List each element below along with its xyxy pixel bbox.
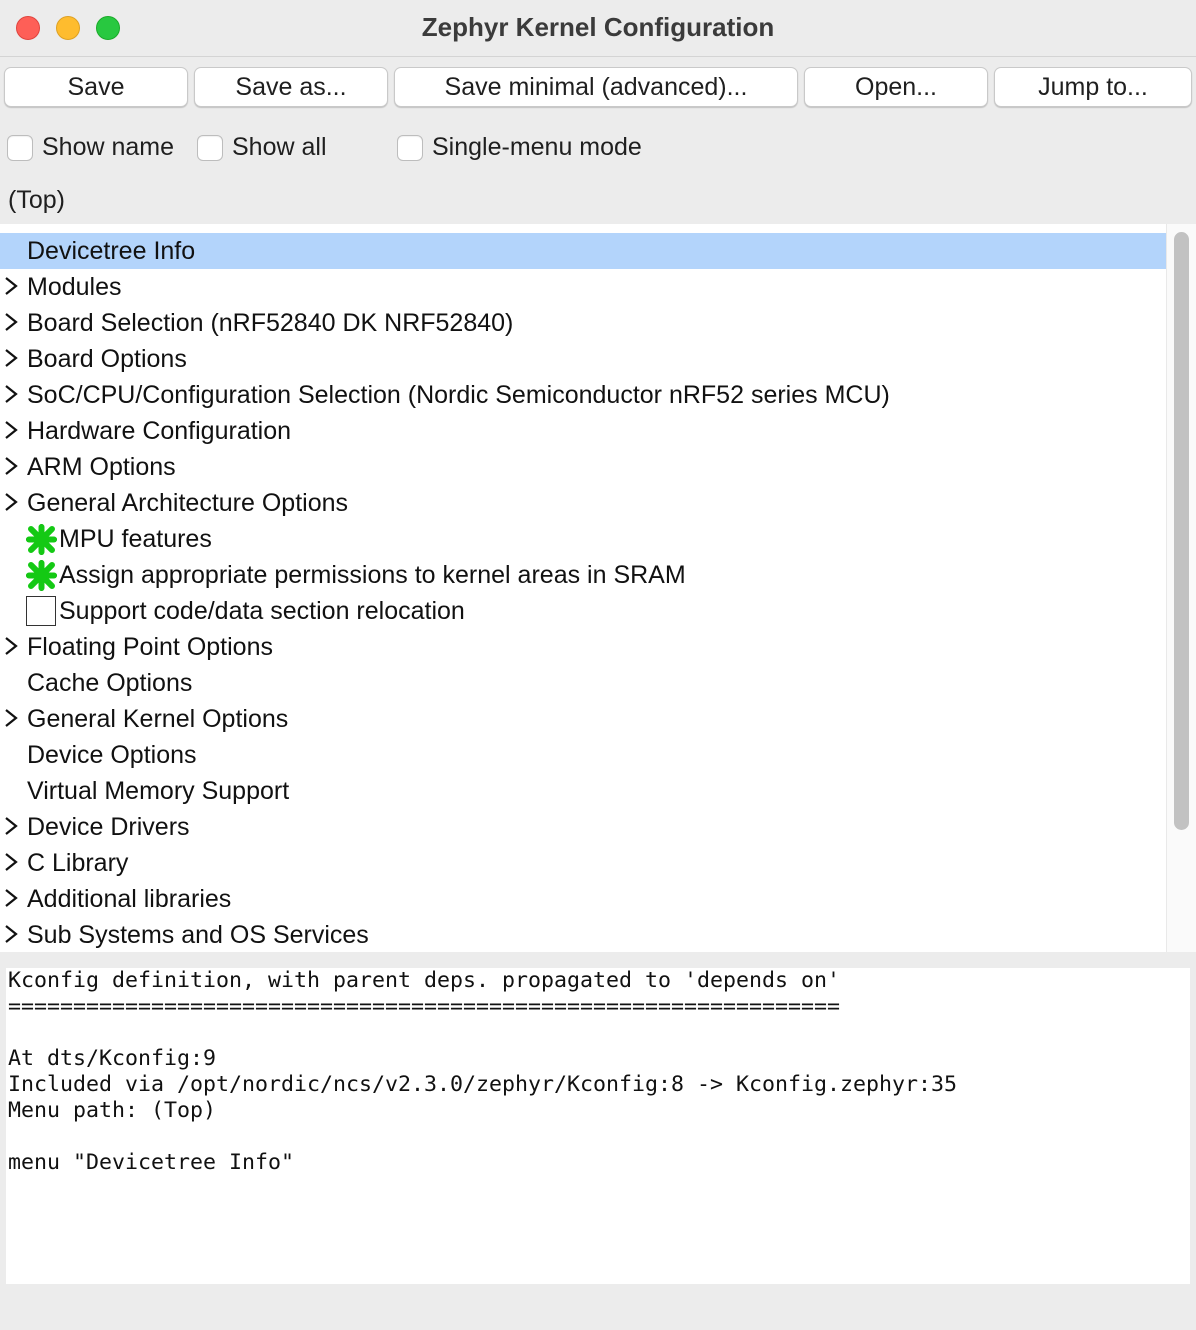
save-button[interactable]: Save [4,67,188,107]
info-line: Included via /opt/nordic/ncs/v2.3.0/zeph… [8,1072,958,1097]
chevron-right-icon[interactable] [3,636,19,656]
tree-item-label: SoC/CPU/Configuration Selection (Nordic … [27,381,890,409]
info-line [8,1020,1190,1046]
menu-tree[interactable]: Devicetree Info Modules Board Selection (n… [0,224,1196,952]
info-text: Kconfig definition, with parent deps. pr… [6,968,1190,1176]
view-options: Show name Show all Single-menu mode [0,130,1196,170]
chevron-right-icon[interactable] [3,852,19,872]
tree-item-general-kernel-options[interactable]: General Kernel Options [0,701,1166,737]
tree-item-mpu-features[interactable]: MPU features [0,521,1166,557]
chevron-right-icon[interactable] [3,384,19,404]
tree-item-board-selection-nrf52840-dk-nrf52840[interactable]: Board Selection (nRF52840 DK NRF52840) [0,305,1166,341]
tree-item-support-code-data-section-relocation[interactable]: Support code/data section relocation [0,593,1166,629]
tree-item-label: Device Options [27,741,197,769]
tree-item-arm-options[interactable]: ARM Options [0,449,1166,485]
show-all-label[interactable]: Show all [232,133,327,162]
chevron-right-icon[interactable] [3,708,19,728]
chevron-right-icon[interactable] [3,276,19,296]
show-name-label[interactable]: Show name [42,133,174,162]
tree-scrollbar-thumb[interactable] [1174,232,1189,830]
info-panel[interactable]: Kconfig definition, with parent deps. pr… [6,968,1190,1284]
single-menu-mode-checkbox-box[interactable] [397,135,423,161]
tree-item-modules[interactable]: Modules [0,269,1166,305]
tree-item-label: ARM Options [27,453,176,481]
tree-item-floating-point-options[interactable]: Floating Point Options [0,629,1166,665]
tree-item-cache-options[interactable]: Cache Options [0,665,1166,701]
checked-locked-icon[interactable] [26,524,57,555]
tree-item-label: Virtual Memory Support [27,777,290,805]
tree-item-general-architecture-options[interactable]: General Architecture Options [0,485,1166,521]
tree-item-board-options[interactable]: Board Options [0,341,1166,377]
chevron-right-icon[interactable] [3,924,19,944]
chevron-right-icon[interactable] [3,492,19,512]
unchecked-box-icon[interactable] [26,596,56,626]
title-bar: Zephyr Kernel Configuration [0,0,1196,57]
tree-item-devicetree-info[interactable]: Devicetree Info [0,233,1166,269]
window-title: Zephyr Kernel Configuration [421,12,775,42]
chevron-right-icon[interactable] [3,420,19,440]
window-bottom-bar [0,1284,1196,1330]
info-line [8,1124,1190,1150]
tree-item-label: Floating Point Options [27,633,273,661]
chevron-right-icon[interactable] [3,888,19,908]
tree-item-hardware-configuration[interactable]: Hardware Configuration [0,413,1166,449]
toolbar: Save Save as... Save minimal (advanced).… [4,67,1194,109]
info-line: menu "Devicetree Info" [8,1150,295,1175]
tree-item-label: Board Selection (nRF52840 DK NRF52840) [27,309,514,337]
chevron-right-icon[interactable] [3,456,19,476]
tree-item-label: Device Drivers [27,813,190,841]
tree-item-label: Additional libraries [27,885,232,913]
tree-scrollbar[interactable] [1166,224,1196,952]
tree-item-additional-libraries[interactable]: Additional libraries [0,881,1166,917]
info-line: Menu path: (Top) [8,1098,217,1123]
tree-item-label: MPU features [59,525,212,553]
tree-item-soc-cpu-configuration-selection-nordic-semiconductor-nrf52-series-mcu[interactable]: SoC/CPU/Configuration Selection (Nordic … [0,377,1166,413]
chevron-right-icon[interactable] [3,348,19,368]
current-menu-path: (Top) [8,186,65,214]
tree-item-virtual-memory-support[interactable]: Virtual Memory Support [0,773,1166,809]
tree-item-label: Modules [27,273,122,301]
tree-item-sub-systems-and-os-services[interactable]: Sub Systems and OS Services [0,917,1166,952]
tree-item-device-drivers[interactable]: Device Drivers [0,809,1166,845]
chevron-right-icon[interactable] [3,816,19,836]
save-as-button[interactable]: Save as... [194,67,388,107]
show-all-checkbox-box[interactable] [197,135,223,161]
info-line: At dts/Kconfig:9 [8,1046,217,1071]
info-line: Kconfig definition, with parent deps. pr… [8,968,841,993]
info-line: ========================================… [8,994,841,1019]
tree-item-label: Devicetree Info [27,237,196,265]
show-name-checkbox-box[interactable] [7,135,33,161]
pane-divider[interactable] [0,952,1196,968]
tree-item-label: General Kernel Options [27,705,289,733]
tree-item-assign-appropriate-permissions-to-kernel-areas-in-sram[interactable]: Assign appropriate permissions to kernel… [0,557,1166,593]
tree-item-label: Cache Options [27,669,193,697]
tree-item-label: C Library [27,849,129,877]
tree-item-label: Support code/data section relocation [59,597,465,625]
chevron-right-icon[interactable] [3,312,19,332]
tree-item-label: Hardware Configuration [27,417,292,445]
tree-item-label: Board Options [27,345,187,373]
jump-to-button[interactable]: Jump to... [994,67,1192,107]
open-button[interactable]: Open... [804,67,988,107]
tree-item-c-library[interactable]: C Library [0,845,1166,881]
tree-item-device-options[interactable]: Device Options [0,737,1166,773]
tree-item-label: Assign appropriate permissions to kernel… [59,561,686,589]
tree-item-label: Sub Systems and OS Services [27,921,369,949]
save-minimal-button[interactable]: Save minimal (advanced)... [394,67,798,107]
single-menu-mode-label[interactable]: Single-menu mode [432,133,642,162]
checked-locked-icon[interactable] [26,560,57,591]
tree-item-label: General Architecture Options [27,489,348,517]
